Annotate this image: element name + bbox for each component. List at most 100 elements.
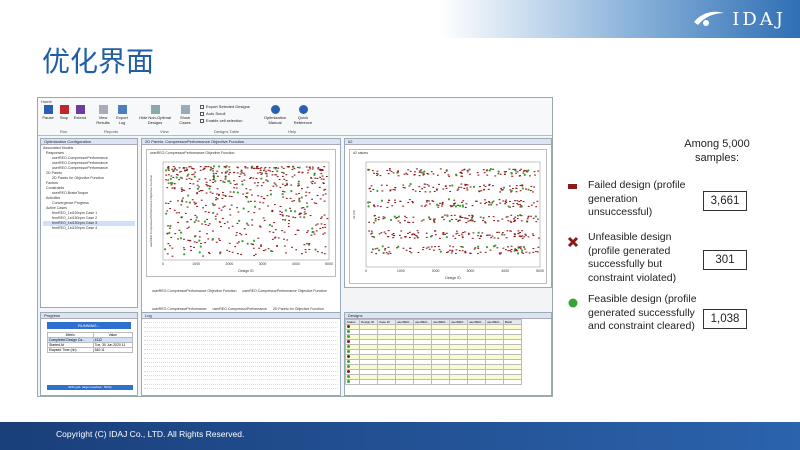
plot1-scatter-point [189, 166, 192, 168]
plot2-scatter-point [446, 214, 449, 217]
plot1-scatter-point [265, 179, 268, 181]
plot1-scatter-point [311, 168, 314, 170]
plot1-scatter-point [228, 242, 231, 244]
plot1-scatter-point [262, 249, 265, 252]
plot2-scatter-point [510, 171, 513, 175]
pareto-plot-area[interactable]: userREO.CompressorPerformance Objective … [146, 149, 336, 277]
plot1-scatter-point [188, 201, 191, 204]
plot2-scatter-point [467, 220, 470, 222]
plot2-scatter-point [520, 168, 523, 170]
export-log-button[interactable]: Export Log [114, 105, 130, 125]
plot1-scatter-point [171, 168, 174, 170]
plot1-scatter-point [235, 187, 238, 189]
plot1-scatter-point [178, 212, 181, 214]
plot2-scatter-point [519, 184, 522, 187]
plot1-scatter-point [308, 192, 311, 194]
plot2-scatter-point [370, 230, 373, 232]
plot1-scatter-point [323, 232, 326, 234]
extend-button[interactable]: Extend [72, 105, 88, 120]
designs-column-header[interactable]: userREO... [449, 319, 468, 325]
config-tree-item[interactable]: femREO_1st150rpm Case 4 [43, 226, 135, 231]
designs-column-header[interactable]: userREO... [413, 319, 432, 325]
plot1-scatter-point [207, 185, 210, 187]
pause-button[interactable]: Pause [40, 105, 56, 120]
plot2-scatter-point [458, 186, 460, 188]
stop-button[interactable]: Stop [56, 105, 72, 120]
plot2-scatter-point [397, 220, 400, 222]
plot2-scatter-point [450, 205, 453, 207]
hide-non-optimal-button[interactable]: Hide Non-Optimal Designs [138, 105, 172, 125]
plot1-scatter-point [313, 202, 316, 204]
export-selected-check[interactable]: Export Selected Designs [200, 104, 250, 109]
plot2-scatter-point [492, 168, 494, 170]
plot1-scatter-point [310, 234, 313, 236]
plot2-scatter-point [383, 231, 386, 233]
ribbon-tab-home[interactable]: Home [41, 99, 52, 104]
plot2-scatter-point [416, 230, 419, 232]
plot1-scatter-point [197, 220, 200, 222]
designs-column-header[interactable]: userREO... [431, 319, 450, 325]
plot2-scatter-point [422, 246, 425, 248]
plot1-scatter-point [169, 224, 172, 228]
plot1-scatter-point [292, 216, 295, 218]
plot1-scatter-point [219, 239, 221, 241]
plot1-scatter-point [226, 249, 229, 251]
plot1-scatter-point [174, 167, 177, 169]
plot2-x-tick-label: 4000 [501, 269, 509, 273]
auto-scroll-check[interactable]: Auto Scroll [200, 111, 225, 116]
plot1-tab[interactable]: 2D Pareto: CompressorPerformance Objecti… [142, 139, 340, 145]
plot2-scatter-point [389, 218, 393, 222]
plot1-scatter-point [188, 177, 191, 179]
plot1-scatter-point [311, 227, 314, 230]
plot1-scatter-point [167, 179, 170, 181]
show-cases-button[interactable]: Show Cases [176, 105, 194, 125]
plot1-scatter-point [211, 202, 214, 205]
plot2-scatter-point [527, 236, 530, 238]
plot2-scatter-point [387, 253, 390, 255]
optimization-manual-button[interactable]: Optimization Manual [262, 105, 288, 125]
plot1-scatter-point [253, 255, 256, 257]
plot1-scatter-point [253, 200, 256, 202]
plot1-scatter-point [214, 218, 217, 220]
plot1-scatter-point [214, 180, 217, 183]
table-row[interactable] [345, 379, 522, 385]
view-results-button[interactable]: View Results [94, 105, 112, 125]
plot1-scatter-point [274, 183, 277, 185]
plot1-scatter-point [190, 178, 193, 180]
enable-cell-selection-check[interactable]: Enable cell selection [200, 118, 242, 123]
plot1-scatter-point [255, 167, 258, 169]
plot2-scatter-point [523, 169, 526, 172]
plot1-x-tick-label: 5000 [325, 262, 333, 266]
plot1-scatter-point [231, 225, 234, 227]
plot2-scatter-point [527, 169, 530, 172]
plot2-scatter-point [484, 185, 487, 187]
config-tree[interactable]: Associated Models Responses userREO.Compre… [41, 145, 137, 232]
plot1-scatter-point [253, 167, 255, 169]
plot1-scatter-point [323, 166, 326, 168]
plot1-scatter-point [266, 179, 269, 183]
plot2-scatter-point [484, 251, 487, 253]
designs-table[interactable]: Status Design ID Case ID userREO... userREO.… [345, 319, 522, 385]
value-plot-area[interactable]: #2 values 0 1000 2000 3000 4000 5000 Design ID… [349, 149, 547, 284]
plot2-scatter-point [399, 222, 401, 224]
designs-column-header[interactable]: userREO... [395, 319, 414, 325]
plot2-tab[interactable]: #2 [345, 139, 551, 145]
plot2-scatter-point [525, 188, 527, 190]
plot2-scatter-point [439, 237, 441, 239]
plot1-scatter-point [305, 213, 307, 215]
quick-reference-button[interactable]: Quick Reference [292, 105, 314, 125]
plot1-scatter-point [208, 223, 211, 225]
designs-column-header[interactable]: userREO... [485, 319, 504, 325]
designs-column-header[interactable]: userREO... [467, 319, 486, 325]
plot1-scatter-point [218, 207, 221, 209]
plot1-scatter-point [249, 189, 252, 191]
plot1-scatter-point [239, 232, 241, 234]
plot1-scatter-point [196, 184, 199, 186]
copyright-text: Copyright (C) IDAJ Co., LTD. All Rights … [56, 429, 245, 439]
plot2-scatter-point [479, 186, 481, 188]
plot2-scatter-point [427, 216, 431, 219]
plot1-scatter-point [311, 198, 313, 200]
plot2-scatter-point [402, 186, 405, 189]
plot2-scatter-point [500, 252, 503, 254]
plot1-scatter-point [260, 244, 262, 246]
